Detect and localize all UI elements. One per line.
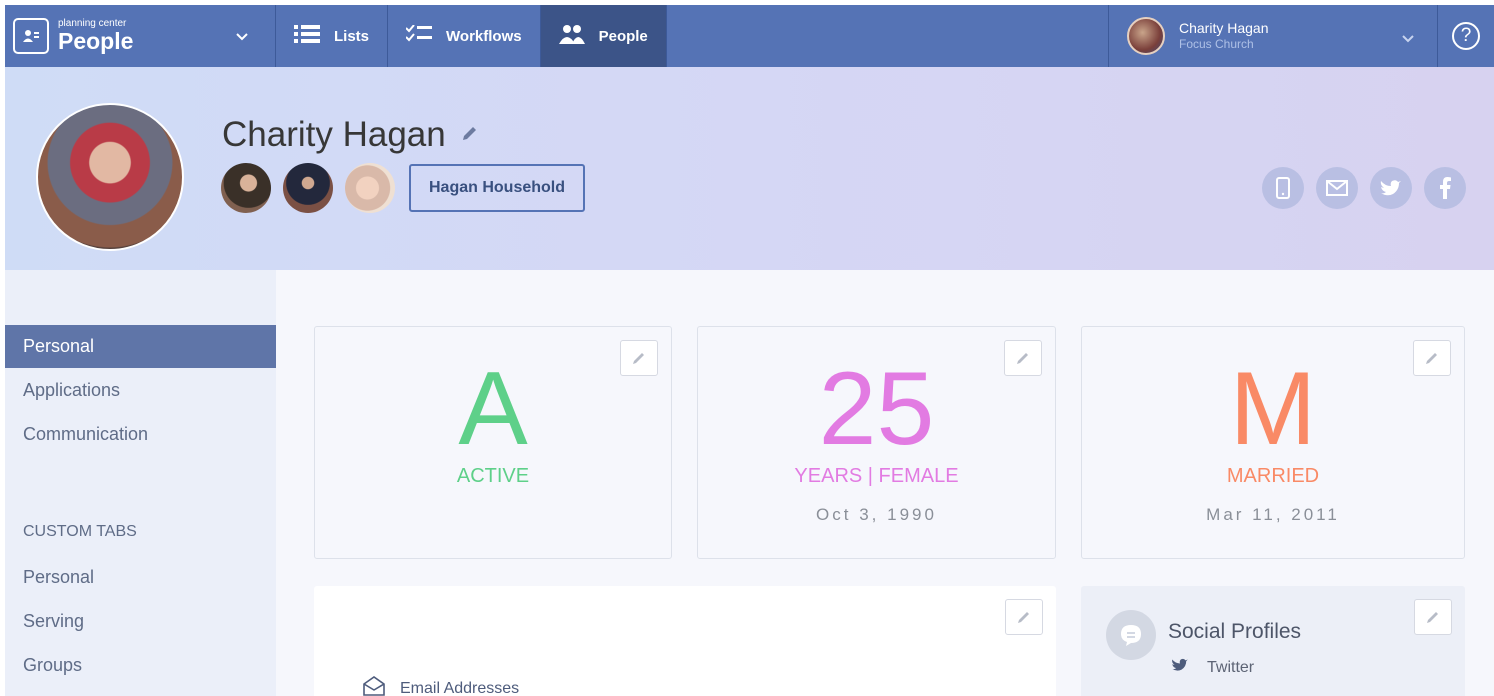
checklist-icon <box>405 24 446 47</box>
envelope-open-icon <box>362 676 400 696</box>
status-card: A ACTIVE <box>314 326 672 559</box>
nav-tab-people[interactable]: People <box>540 5 667 67</box>
custom-tabs-heading: CUSTOM TABS <box>23 523 137 540</box>
user-name: Charity Hagan <box>1179 20 1269 37</box>
sidebar-item-serving[interactable]: Serving <box>5 600 276 643</box>
nav-tab-label: People <box>598 27 648 45</box>
anniversary-date: Mar 11, 2011 <box>1206 505 1340 524</box>
edit-social-button[interactable] <box>1414 599 1452 635</box>
people-app-icon <box>13 18 49 54</box>
list-icon <box>294 25 334 47</box>
age-value: 25 <box>818 351 935 467</box>
profile-name: Charity Hagan <box>222 115 446 154</box>
email-icon[interactable] <box>1316 167 1358 209</box>
chevron-down-icon <box>235 29 249 47</box>
age-gender-label: YEARS | FEMALE <box>794 465 959 487</box>
twitter-icon <box>1171 658 1207 677</box>
edit-contact-button[interactable] <box>1005 599 1043 635</box>
phone-icon[interactable] <box>1262 167 1304 209</box>
marital-card: M MARRIED Mar 11, 2011 <box>1081 326 1465 559</box>
sidebar-item-custom-personal[interactable]: Personal <box>5 556 276 599</box>
edit-name-icon[interactable] <box>460 123 480 148</box>
household-members: Hagan Household <box>221 163 586 213</box>
sidebar-item-personal[interactable]: Personal <box>5 325 276 368</box>
twitter-label: Twitter <box>1207 658 1255 676</box>
status-label: ACTIVE <box>456 465 530 487</box>
help-button[interactable]: ? <box>1438 5 1494 67</box>
nav-tab-workflows[interactable]: Workflows <box>388 5 541 67</box>
marital-letter: M <box>1229 351 1317 467</box>
twitter-profile-row[interactable]: Twitter <box>1171 658 1254 677</box>
social-profiles-title: Social Profiles <box>1168 620 1302 643</box>
people-icon <box>558 24 599 48</box>
email-addresses-section: Email Addresses <box>362 676 519 696</box>
top-navigation: planning center People Lists Workflows P… <box>5 5 1494 67</box>
sidebar-item-groups[interactable]: Groups <box>5 644 276 687</box>
avatar <box>1127 17 1165 55</box>
speech-bubble-icon <box>1106 610 1156 660</box>
profile-content: A ACTIVE 25 YEARS | FEMALE Oct 3, 1990 M… <box>276 270 1494 696</box>
household-button[interactable]: Hagan Household <box>409 164 586 212</box>
social-profiles-card: Social Profiles Twitter <box>1081 586 1465 696</box>
app-switcher[interactable]: planning center People <box>5 5 276 67</box>
household-member-avatar[interactable] <box>345 163 395 213</box>
birthdate: Oct 3, 1990 <box>816 505 937 524</box>
contact-icons <box>1250 167 1466 209</box>
user-menu[interactable]: Charity Hagan Focus Church <box>1108 5 1438 67</box>
contact-info-card: Email Addresses <box>314 586 1056 696</box>
brand-title: People <box>58 28 134 54</box>
marital-label: MARRIED <box>1226 465 1320 487</box>
profile-photo[interactable] <box>36 103 184 251</box>
age-card: 25 YEARS | FEMALE Oct 3, 1990 <box>697 326 1056 559</box>
sidebar-item-applications[interactable]: Applications <box>5 369 276 412</box>
status-letter: A <box>458 351 528 467</box>
household-member-avatar[interactable] <box>283 163 333 213</box>
profile-sidebar: Personal Applications Communication CUST… <box>5 270 276 696</box>
chevron-down-icon <box>1401 31 1415 49</box>
twitter-icon[interactable] <box>1370 167 1412 209</box>
user-organization: Focus Church <box>1179 37 1254 52</box>
email-addresses-label: Email Addresses <box>400 679 520 696</box>
facebook-icon[interactable] <box>1424 167 1466 209</box>
nav-tab-label: Workflows <box>446 27 522 45</box>
household-member-avatar[interactable] <box>221 163 271 213</box>
nav-tab-lists[interactable]: Lists <box>276 5 389 67</box>
help-icon: ? <box>1452 22 1480 50</box>
nav-tab-label: Lists <box>334 27 370 45</box>
profile-header: Charity Hagan Hagan Household <box>5 67 1494 270</box>
sidebar-item-communication[interactable]: Communication <box>5 413 276 456</box>
